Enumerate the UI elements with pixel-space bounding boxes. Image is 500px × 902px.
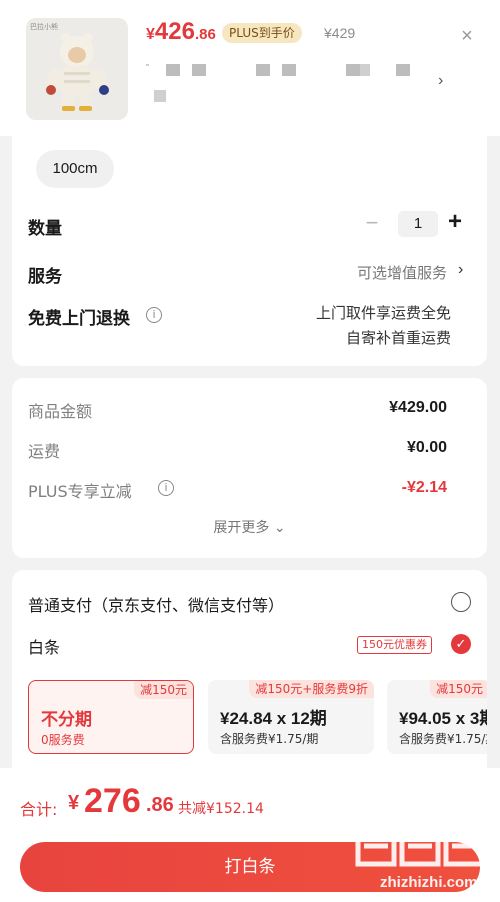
redacted-spec: [282, 64, 296, 76]
plus-price-badge: PLUS到手价: [222, 23, 302, 43]
product-header: 巴拉小熊 ¥ 426 .86 PLUS到手价 ¥429 × ›: [0, 0, 500, 136]
normal-payment-radio[interactable]: [451, 592, 471, 612]
payment-card: 普通支付（京东支付、微信支付等） 白条 150元优惠券 ✓ 减150元 不分期 …: [12, 570, 487, 790]
quantity-input[interactable]: 1: [398, 211, 438, 237]
original-price: ¥429: [324, 25, 356, 41]
close-icon[interactable]: ×: [455, 24, 479, 48]
plan-badge: 减150元+服务费9折: [249, 680, 374, 698]
quantity-label: 数量: [28, 219, 62, 239]
baitiao-radio-checked[interactable]: ✓: [451, 634, 471, 654]
installment-plan-3[interactable]: 减150元 ¥94.05 x 3期 含服务费¥1.75/期: [387, 680, 487, 754]
free-return-label: 免费上门退换: [28, 309, 130, 329]
quantity-minus-button[interactable]: −: [363, 212, 381, 236]
options-card: 100cm 数量 − 1 + 服务 可选增值服务 › 免费上门退换 i 上门取件…: [12, 136, 487, 366]
normal-payment-label[interactable]: 普通支付（京东支付、微信支付等）: [28, 592, 284, 616]
baitiao-label[interactable]: 白条: [28, 634, 60, 658]
shipping-label: 运费: [28, 442, 61, 461]
plan-badge: 减150元: [134, 681, 193, 699]
product-price: ¥ 426 .86: [146, 18, 216, 46]
coupon-tag[interactable]: 150元优惠券: [357, 636, 432, 654]
total-integer: 276: [84, 782, 141, 820]
chevron-right-icon[interactable]: ›: [458, 261, 463, 279]
goods-amount-value: ¥429.00: [389, 399, 447, 416]
total-saving: 共减¥152.14: [178, 801, 264, 817]
installment-plan-12[interactable]: 减150元+服务费9折 ¥24.84 x 12期 含服务费¥1.75/期: [208, 680, 374, 754]
snowsuit-image: [26, 18, 128, 120]
amounts-card: 商品金额 ¥429.00 运费 ¥0.00 PLUS专享立减 i -¥2.14 …: [12, 378, 487, 558]
quantity-plus-button[interactable]: +: [445, 209, 465, 235]
plan-badge: 减150元: [430, 680, 487, 698]
redacted-spec: [360, 64, 370, 76]
service-hint[interactable]: 可选增值服务: [357, 262, 447, 283]
installment-plan-none[interactable]: 减150元 不分期 0服务费: [28, 680, 194, 754]
plan-title: 不分期: [41, 710, 92, 730]
return-note-line1: 上门取件享运费全免: [315, 304, 451, 322]
price-integer: 426: [154, 18, 195, 45]
price-currency: ¥: [146, 26, 155, 43]
total-currency: ¥: [68, 792, 80, 814]
brand-tag: 巴拉小熊: [30, 23, 58, 31]
total-decimal: .86: [146, 794, 174, 816]
info-icon[interactable]: i: [146, 307, 162, 323]
plan-subtitle: 含服务费¥1.75/期: [220, 732, 319, 746]
redacted-spec: [346, 64, 360, 76]
plus-discount-label: PLUS专享立减: [28, 482, 132, 501]
redacted-spec: [166, 64, 180, 76]
plan-title: ¥24.84 x 12期: [220, 709, 327, 728]
plan-title: ¥94.05 x 3期: [399, 709, 487, 728]
redacted-spec: [154, 90, 166, 102]
redacted-spec: [396, 64, 410, 76]
total-label: 合计:: [20, 800, 58, 819]
size-option-chip[interactable]: 100cm: [36, 150, 114, 188]
service-label: 服务: [28, 267, 62, 287]
expand-more-link[interactable]: 展开更多 ⌄: [12, 517, 487, 537]
goods-amount-label: 商品金额: [28, 402, 93, 421]
shipping-value: ¥0.00: [406, 439, 447, 456]
redacted-spec: [256, 64, 270, 76]
chevron-right-icon[interactable]: ›: [438, 72, 443, 90]
return-note-line2: 自寄补首重运费: [345, 329, 451, 347]
plan-subtitle: 0服务费: [41, 733, 85, 747]
watermark-text: zhizhizhi.com: [380, 874, 478, 891]
product-thumbnail[interactable]: 巴拉小熊: [26, 18, 128, 120]
plan-subtitle: 含服务费¥1.75/期: [399, 732, 487, 746]
info-icon[interactable]: i: [158, 480, 174, 496]
redacted-spec: [192, 64, 206, 76]
price-decimal: .86: [194, 26, 216, 43]
plus-discount-value: -¥2.14: [401, 479, 447, 496]
redacted-spec: [146, 64, 149, 66]
